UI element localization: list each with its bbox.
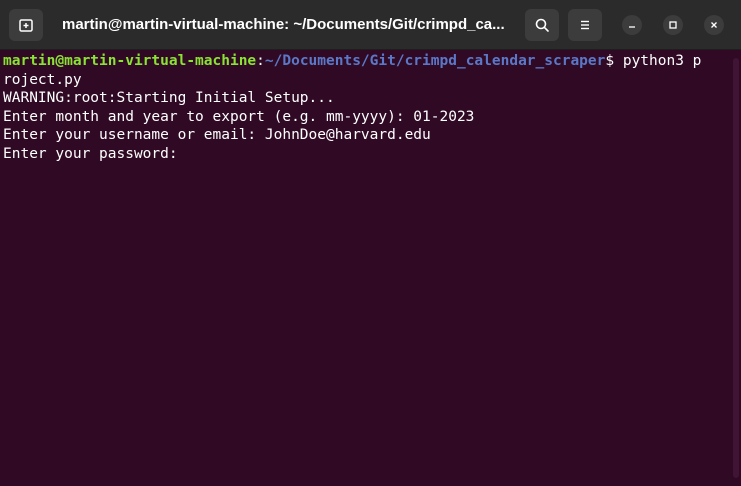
prompt-path: ~/Documents/Git/crimpd_calendar_scraper <box>264 53 606 69</box>
maximize-button[interactable] <box>663 15 683 35</box>
maximize-icon <box>669 21 677 29</box>
hamburger-menu-icon <box>581 20 589 30</box>
terminal-window: martin@martin-virtual-machine: ~/Documen… <box>0 0 741 486</box>
command-wrap-line: roject.py <box>3 71 82 88</box>
new-tab-button[interactable] <box>9 9 43 41</box>
prompt-colon: : <box>256 53 265 69</box>
output-line: Enter your username or email: JohnDoe@ha… <box>3 127 431 143</box>
terminal-output[interactable]: martin@martin-virtual-machine:~/Document… <box>0 50 741 486</box>
search-button[interactable] <box>525 9 559 41</box>
menu-button[interactable] <box>568 9 602 41</box>
new-tab-icon <box>19 19 33 32</box>
window-title: martin@martin-virtual-machine: ~/Documen… <box>62 16 505 33</box>
minimize-icon <box>629 26 635 28</box>
title-bar: martin@martin-virtual-machine: ~/Documen… <box>0 0 741 50</box>
output-line: Enter your password: <box>3 145 178 162</box>
prompt-user: martin@martin-virtual-machine <box>3 53 257 69</box>
close-icon <box>711 22 717 28</box>
close-button[interactable] <box>704 15 724 35</box>
search-icon <box>535 18 549 32</box>
output-line: Enter month and year to export (e.g. mm-… <box>3 108 475 125</box>
scrollbar[interactable] <box>733 58 739 478</box>
command-text: python3 p <box>614 53 702 69</box>
prompt-line: martin@martin-virtual-machine:~/Document… <box>3 52 741 71</box>
prompt-symbol: $ <box>605 53 615 69</box>
output-line: WARNING:root:Starting Initial Setup... <box>3 90 335 106</box>
minimize-button[interactable] <box>622 15 642 35</box>
